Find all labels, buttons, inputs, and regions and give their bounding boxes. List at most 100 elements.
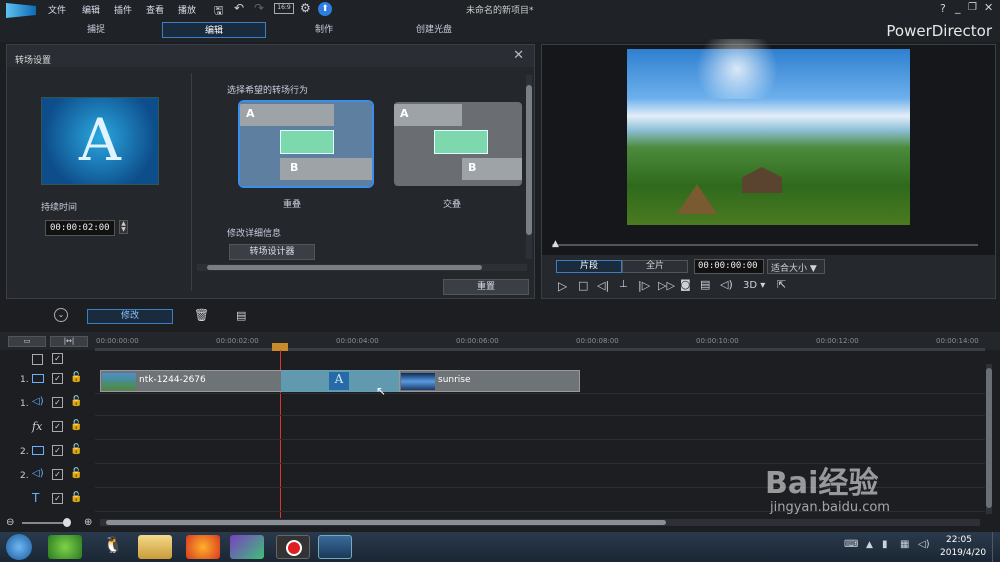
tab-capture[interactable]: 捕捉 — [44, 22, 148, 38]
option-crossfade[interactable]: A B — [394, 102, 522, 186]
clip-mode-tab[interactable]: 片段 — [556, 260, 622, 273]
subtitle-icon[interactable]: ▤ — [700, 278, 710, 291]
360-browser-icon[interactable] — [48, 535, 82, 559]
help-button[interactable]: ? — [940, 2, 946, 15]
seek-handle-icon[interactable]: ▲ — [552, 239, 559, 249]
network-icon[interactable]: ▦ — [900, 539, 909, 550]
timeline-toolbar: ⌄ 修改 🗑 ▤ — [0, 300, 535, 330]
video-clip[interactable]: sunrise — [399, 370, 580, 392]
vertical-scrollbar[interactable] — [526, 75, 532, 259]
preview-seekbar[interactable] — [552, 244, 978, 246]
fast-forward-icon[interactable]: ▷▷ — [658, 279, 675, 292]
3d-toggle[interactable]: 3D ▾ — [743, 280, 765, 291]
zoom-in-icon[interactable]: ⊕ — [84, 517, 92, 528]
horizontal-scrollbar[interactable] — [197, 264, 527, 271]
minimize-icon[interactable]: _ — [955, 1, 961, 14]
close-window-icon[interactable]: ✕ — [984, 1, 993, 14]
zoom-slider-handle[interactable] — [63, 518, 71, 527]
lock-icon[interactable]: 🔓 — [70, 420, 82, 431]
show-desktop-button[interactable] — [992, 532, 1000, 562]
settings-gear-icon[interactable]: ⚙ — [300, 1, 311, 15]
reset-button[interactable]: 重置 — [443, 279, 529, 295]
lock-icon[interactable]: 🔓 — [70, 396, 82, 407]
clip-name: sunrise — [438, 375, 471, 385]
menu-edit[interactable]: 编辑 — [82, 3, 100, 16]
track-enable-checkbox[interactable]: ✓ — [52, 493, 63, 504]
option-overlap[interactable]: A B — [238, 100, 374, 188]
powerdirector-taskbar-icon[interactable] — [318, 535, 352, 559]
next-frame-icon[interactable]: |▷ — [638, 279, 650, 292]
tab-create-disc[interactable]: 创建光盘 — [382, 22, 486, 38]
snapshot-camera-icon[interactable]: ◙ — [680, 278, 691, 291]
transition-designer-button[interactable]: 转场设计器 — [229, 244, 315, 260]
fit-size-select[interactable]: 适合大小 ▼ — [767, 259, 825, 274]
menu-plugins[interactable]: 插件 — [114, 3, 132, 16]
firefox-icon[interactable] — [186, 535, 220, 559]
lock-icon[interactable]: 🔓 — [70, 468, 82, 479]
tray-arrow-icon[interactable]: ▲ — [866, 540, 873, 550]
fit-timeline-icon[interactable]: |↔| — [50, 336, 88, 347]
recorder-icon[interactable] — [276, 535, 310, 559]
qq-icon[interactable]: 🐧 — [96, 535, 130, 559]
track-enable-checkbox[interactable]: ✓ — [52, 397, 63, 408]
track-number: 2. — [20, 447, 29, 457]
crossfade-block — [434, 130, 488, 154]
collapse-icon[interactable]: ⌄ — [54, 308, 68, 322]
duration-input[interactable]: 00:00:02:00 — [45, 220, 115, 236]
panel-title: 转场设置 — [15, 56, 52, 66]
track-header-audio-1: 1. ◁) ✓ 🔓 — [0, 396, 92, 418]
storyboard-view-icon[interactable]: ▭ — [8, 336, 46, 347]
device-icon[interactable]: ▮ — [882, 539, 888, 550]
audio-track-icon: ◁) — [32, 468, 44, 479]
undock-icon[interactable]: ⇱ — [777, 278, 786, 291]
previous-frame-icon[interactable]: ◁| — [597, 279, 609, 292]
lock-icon[interactable]: 🔓 — [70, 492, 82, 503]
media-app-icon[interactable] — [230, 535, 264, 559]
lock-icon[interactable]: 🔓 — [70, 372, 82, 383]
timecode-display[interactable]: 00:00:00:00 — [694, 259, 764, 274]
upgrade-icon[interactable]: ⬆ — [318, 2, 332, 16]
volume-tray-icon[interactable]: ◁) — [918, 539, 930, 550]
tab-edit[interactable]: 编辑 — [162, 22, 266, 38]
behavior-label: 选择希望的转场行为 — [227, 86, 309, 96]
stop-icon[interactable]: □ — [578, 279, 588, 292]
properties-icon[interactable]: ▤ — [236, 309, 246, 322]
menu-view[interactable]: 查看 — [146, 3, 164, 16]
file-explorer-icon[interactable] — [138, 535, 172, 559]
window-title: 未命名的新项目* — [466, 6, 534, 16]
baidu-watermark: Bai经验 — [765, 466, 879, 501]
start-button-icon[interactable] — [6, 534, 32, 560]
track-enable-checkbox[interactable]: ✓ — [52, 421, 63, 432]
track-enable-checkbox[interactable]: ✓ — [52, 445, 63, 456]
clock-time[interactable]: 22:05 — [946, 535, 972, 545]
close-icon[interactable]: ✕ — [513, 48, 524, 63]
track-enable-checkbox[interactable]: ✓ — [52, 373, 63, 384]
undo-icon[interactable]: ↶ — [234, 1, 244, 15]
keyboard-icon[interactable]: ⌨ — [844, 539, 858, 550]
split-icon[interactable]: ⊥ — [619, 279, 628, 290]
master-checkbox[interactable] — [32, 354, 43, 365]
modify-button[interactable]: 修改 — [87, 309, 173, 324]
menu-file[interactable]: 文件 — [48, 3, 66, 16]
duration-spinner[interactable]: ▲ ▼ — [119, 220, 128, 234]
timeline-scrollbar[interactable] — [100, 519, 980, 526]
redo-icon[interactable]: ↷ — [254, 1, 264, 15]
volume-icon[interactable]: ◁) — [720, 278, 733, 291]
master-check-icon[interactable]: ✓ — [52, 353, 63, 364]
ruler-tick: 00:00:12:00 — [816, 337, 859, 345]
lock-icon[interactable]: 🔓 — [70, 444, 82, 455]
restore-icon[interactable]: ❐ — [968, 2, 977, 13]
save-icon[interactable]: 🖫 — [214, 2, 223, 21]
brand-name: PowerDirector — [886, 22, 992, 40]
delete-trash-icon[interactable]: 🗑 — [194, 308, 209, 322]
zoom-out-icon[interactable]: ⊖ — [6, 517, 14, 528]
menu-play[interactable]: 播放 — [178, 3, 196, 16]
timeline-vertical-scrollbar[interactable] — [986, 364, 992, 514]
track-enable-checkbox[interactable]: ✓ — [52, 469, 63, 480]
aspect-ratio-icon[interactable]: 16:9 — [274, 3, 294, 14]
tab-produce[interactable]: 制作 — [272, 22, 376, 38]
movie-mode-tab[interactable]: 全片 — [622, 260, 688, 273]
play-icon[interactable]: ▷ — [558, 279, 567, 293]
clock-date[interactable]: 2019/4/20 — [940, 548, 986, 558]
app-logo-icon — [6, 3, 36, 18]
